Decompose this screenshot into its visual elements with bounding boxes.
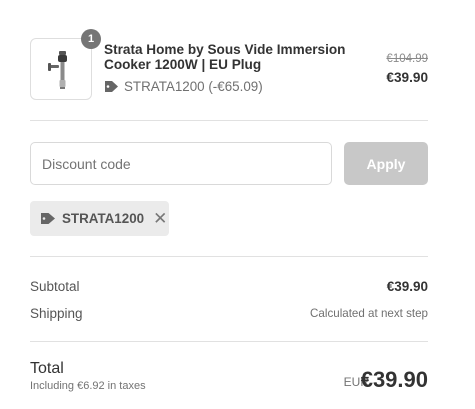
original-price: €104.99 [386,53,428,65]
shipping-value: Calculated at next step [310,307,428,320]
divider [30,120,428,121]
product-discount-text: STRATA1200 (-€65.09) [124,79,263,94]
apply-button[interactable]: Apply [344,142,428,185]
tag-icon [105,81,118,92]
divider [30,256,428,257]
divider [30,341,428,342]
product-thumbnail: 1 [30,29,101,100]
tag-icon [41,213,55,224]
total-label: Total [30,360,64,377]
applied-code-label: STRATA1200 [62,211,145,226]
remove-discount-icon[interactable]: ✕ [153,210,167,227]
discounted-price: €39.90 [386,70,428,85]
shipping-label: Shipping [30,306,83,321]
product-title: Strata Home by Sous Vide Immersion Cooke… [104,42,346,72]
immersion-cooker-image [48,51,67,89]
product-discount-line: STRATA1200 (-€65.09) [104,79,263,94]
subtotal-label: Subtotal [30,279,80,294]
total-amount: €39.90 [360,367,428,392]
tax-note: Including €6.92 in taxes [30,380,146,392]
quantity-badge: 1 [81,29,101,49]
applied-discount-chip: STRATA1200 ✕ [30,201,169,236]
discount-code-input[interactable] [30,142,332,185]
order-line-item: 1 Strata Home by Sous Vide Immersion Coo… [30,29,428,100]
subtotal-value: €39.90 [386,279,428,294]
